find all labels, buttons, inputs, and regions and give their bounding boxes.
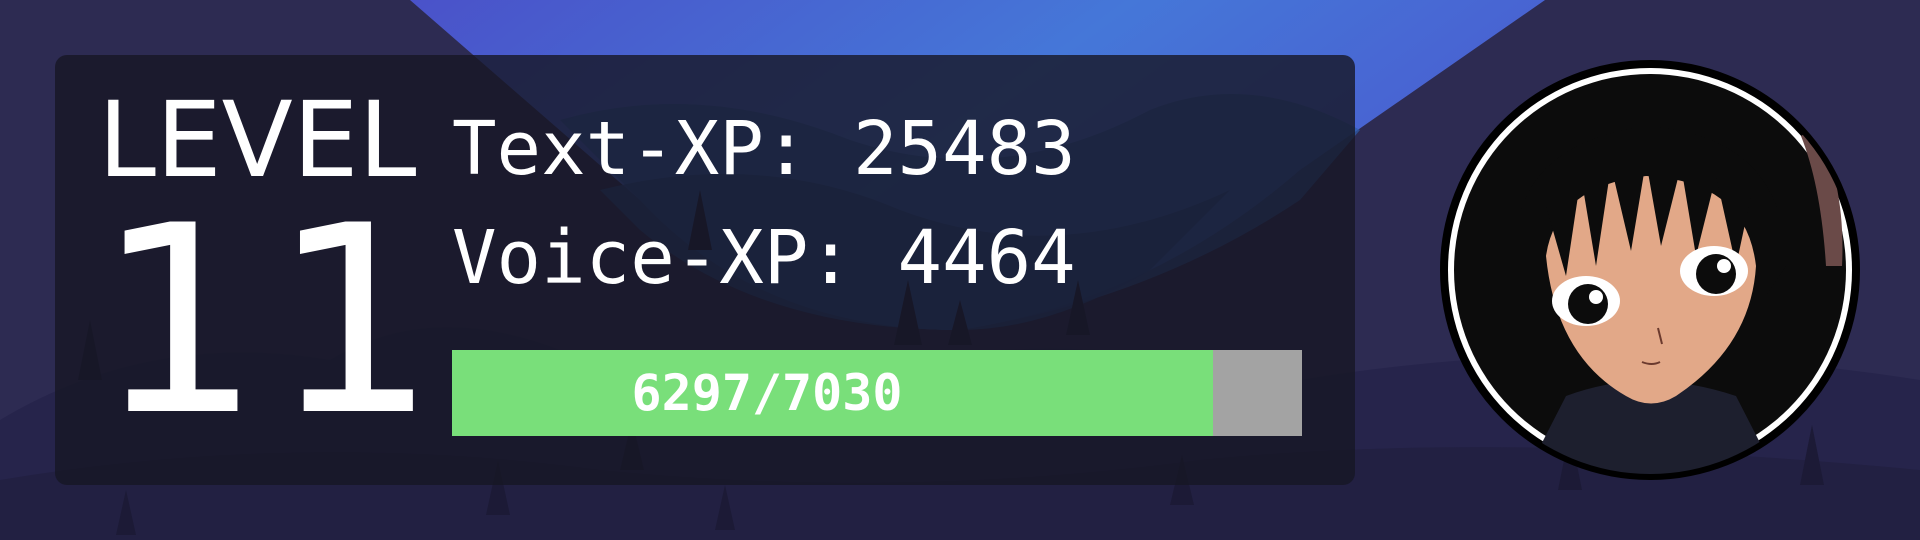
xp-progress-bar: 6297/7030 — [452, 350, 1302, 436]
anime-avatar-icon — [1448, 68, 1852, 474]
xp-progress-label: 6297/7030 — [631, 364, 903, 422]
voice-xp-stat: Voice-XP: 4464 — [452, 215, 1076, 301]
user-avatar — [1440, 60, 1860, 480]
text-xp-stat: Text-XP: 25483 — [452, 106, 1076, 192]
